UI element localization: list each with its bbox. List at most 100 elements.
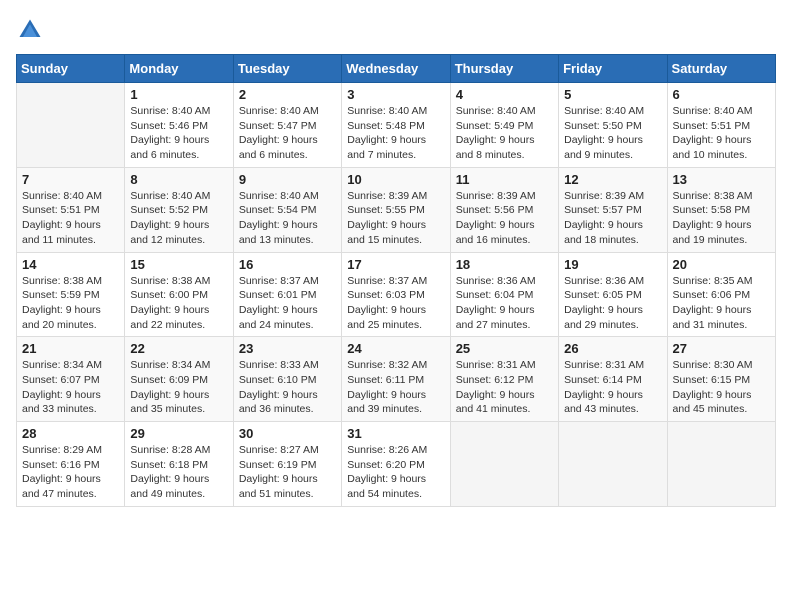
day-info: Sunrise: 8:33 AM Sunset: 6:10 PM Dayligh… (239, 358, 336, 417)
sunset: Sunset: 5:51 PM (22, 203, 119, 218)
day-info: Sunrise: 8:27 AM Sunset: 6:19 PM Dayligh… (239, 443, 336, 502)
day-number: 28 (22, 426, 119, 441)
day-number: 26 (564, 341, 661, 356)
calendar-cell: 29 Sunrise: 8:28 AM Sunset: 6:18 PM Dayl… (125, 422, 233, 507)
calendar-cell: 4 Sunrise: 8:40 AM Sunset: 5:49 PM Dayli… (450, 83, 558, 168)
sunrise: Sunrise: 8:31 AM (564, 358, 661, 373)
day-of-week-header: Friday (559, 55, 667, 83)
day-of-week-header: Monday (125, 55, 233, 83)
day-number: 3 (347, 87, 444, 102)
sunrise: Sunrise: 8:40 AM (456, 104, 553, 119)
daylight: Daylight: 9 hours and 19 minutes. (673, 218, 770, 247)
sunrise: Sunrise: 8:37 AM (347, 274, 444, 289)
day-number: 23 (239, 341, 336, 356)
day-number: 2 (239, 87, 336, 102)
daylight: Daylight: 9 hours and 10 minutes. (673, 133, 770, 162)
sunset: Sunset: 5:50 PM (564, 119, 661, 134)
daylight: Daylight: 9 hours and 54 minutes. (347, 472, 444, 501)
sunset: Sunset: 5:46 PM (130, 119, 227, 134)
sunrise: Sunrise: 8:39 AM (456, 189, 553, 204)
day-info: Sunrise: 8:37 AM Sunset: 6:03 PM Dayligh… (347, 274, 444, 333)
sunset: Sunset: 5:48 PM (347, 119, 444, 134)
day-number: 22 (130, 341, 227, 356)
day-of-week-header: Thursday (450, 55, 558, 83)
calendar-cell (450, 422, 558, 507)
day-number: 18 (456, 257, 553, 272)
day-info: Sunrise: 8:40 AM Sunset: 5:48 PM Dayligh… (347, 104, 444, 163)
sunset: Sunset: 6:15 PM (673, 373, 770, 388)
calendar-cell: 24 Sunrise: 8:32 AM Sunset: 6:11 PM Dayl… (342, 337, 450, 422)
sunrise: Sunrise: 8:37 AM (239, 274, 336, 289)
calendar-cell: 6 Sunrise: 8:40 AM Sunset: 5:51 PM Dayli… (667, 83, 775, 168)
sunset: Sunset: 6:11 PM (347, 373, 444, 388)
sunrise: Sunrise: 8:36 AM (456, 274, 553, 289)
calendar-week-row: 14 Sunrise: 8:38 AM Sunset: 5:59 PM Dayl… (17, 252, 776, 337)
daylight: Daylight: 9 hours and 51 minutes. (239, 472, 336, 501)
day-info: Sunrise: 8:40 AM Sunset: 5:47 PM Dayligh… (239, 104, 336, 163)
day-number: 27 (673, 341, 770, 356)
calendar-cell: 18 Sunrise: 8:36 AM Sunset: 6:04 PM Dayl… (450, 252, 558, 337)
calendar-cell (667, 422, 775, 507)
sunset: Sunset: 5:47 PM (239, 119, 336, 134)
day-info: Sunrise: 8:40 AM Sunset: 5:52 PM Dayligh… (130, 189, 227, 248)
day-number: 8 (130, 172, 227, 187)
sunrise: Sunrise: 8:36 AM (564, 274, 661, 289)
daylight: Daylight: 9 hours and 6 minutes. (130, 133, 227, 162)
day-info: Sunrise: 8:40 AM Sunset: 5:51 PM Dayligh… (673, 104, 770, 163)
sunrise: Sunrise: 8:31 AM (456, 358, 553, 373)
day-number: 20 (673, 257, 770, 272)
sunset: Sunset: 6:16 PM (22, 458, 119, 473)
calendar-cell: 11 Sunrise: 8:39 AM Sunset: 5:56 PM Dayl… (450, 167, 558, 252)
sunset: Sunset: 5:51 PM (673, 119, 770, 134)
day-info: Sunrise: 8:40 AM Sunset: 5:54 PM Dayligh… (239, 189, 336, 248)
day-number: 1 (130, 87, 227, 102)
calendar-cell: 8 Sunrise: 8:40 AM Sunset: 5:52 PM Dayli… (125, 167, 233, 252)
day-number: 30 (239, 426, 336, 441)
sunrise: Sunrise: 8:39 AM (347, 189, 444, 204)
daylight: Daylight: 9 hours and 45 minutes. (673, 388, 770, 417)
sunrise: Sunrise: 8:29 AM (22, 443, 119, 458)
day-number: 16 (239, 257, 336, 272)
sunrise: Sunrise: 8:40 AM (239, 104, 336, 119)
daylight: Daylight: 9 hours and 36 minutes. (239, 388, 336, 417)
sunrise: Sunrise: 8:32 AM (347, 358, 444, 373)
day-info: Sunrise: 8:30 AM Sunset: 6:15 PM Dayligh… (673, 358, 770, 417)
day-info: Sunrise: 8:35 AM Sunset: 6:06 PM Dayligh… (673, 274, 770, 333)
sunset: Sunset: 6:09 PM (130, 373, 227, 388)
sunset: Sunset: 6:10 PM (239, 373, 336, 388)
daylight: Daylight: 9 hours and 29 minutes. (564, 303, 661, 332)
day-number: 12 (564, 172, 661, 187)
day-number: 31 (347, 426, 444, 441)
daylight: Daylight: 9 hours and 16 minutes. (456, 218, 553, 247)
sunset: Sunset: 6:18 PM (130, 458, 227, 473)
day-info: Sunrise: 8:39 AM Sunset: 5:57 PM Dayligh… (564, 189, 661, 248)
calendar-week-row: 1 Sunrise: 8:40 AM Sunset: 5:46 PM Dayli… (17, 83, 776, 168)
calendar-cell: 14 Sunrise: 8:38 AM Sunset: 5:59 PM Dayl… (17, 252, 125, 337)
day-number: 9 (239, 172, 336, 187)
day-info: Sunrise: 8:31 AM Sunset: 6:12 PM Dayligh… (456, 358, 553, 417)
day-info: Sunrise: 8:34 AM Sunset: 6:09 PM Dayligh… (130, 358, 227, 417)
sunrise: Sunrise: 8:40 AM (673, 104, 770, 119)
sunset: Sunset: 5:52 PM (130, 203, 227, 218)
daylight: Daylight: 9 hours and 7 minutes. (347, 133, 444, 162)
sunset: Sunset: 5:59 PM (22, 288, 119, 303)
day-info: Sunrise: 8:40 AM Sunset: 5:49 PM Dayligh… (456, 104, 553, 163)
daylight: Daylight: 9 hours and 27 minutes. (456, 303, 553, 332)
sunset: Sunset: 6:06 PM (673, 288, 770, 303)
sunset: Sunset: 6:04 PM (456, 288, 553, 303)
sunrise: Sunrise: 8:34 AM (22, 358, 119, 373)
calendar-cell: 3 Sunrise: 8:40 AM Sunset: 5:48 PM Dayli… (342, 83, 450, 168)
sunset: Sunset: 6:19 PM (239, 458, 336, 473)
sunrise: Sunrise: 8:39 AM (564, 189, 661, 204)
day-number: 25 (456, 341, 553, 356)
day-number: 19 (564, 257, 661, 272)
calendar-cell: 26 Sunrise: 8:31 AM Sunset: 6:14 PM Dayl… (559, 337, 667, 422)
daylight: Daylight: 9 hours and 12 minutes. (130, 218, 227, 247)
sunset: Sunset: 6:12 PM (456, 373, 553, 388)
sunset: Sunset: 5:58 PM (673, 203, 770, 218)
sunrise: Sunrise: 8:40 AM (22, 189, 119, 204)
sunrise: Sunrise: 8:26 AM (347, 443, 444, 458)
calendar-week-row: 21 Sunrise: 8:34 AM Sunset: 6:07 PM Dayl… (17, 337, 776, 422)
calendar-cell (17, 83, 125, 168)
daylight: Daylight: 9 hours and 9 minutes. (564, 133, 661, 162)
